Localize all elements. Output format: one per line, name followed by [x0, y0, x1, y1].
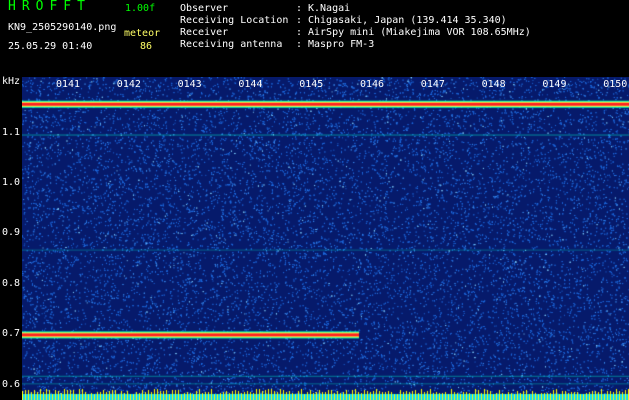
file-name: KN9_2505290140.png: [8, 22, 117, 33]
meteor-label: meteor: [124, 28, 161, 39]
y-tick-label: 0.8: [1, 277, 20, 289]
location-colon: :: [296, 15, 303, 26]
location-value: Chigasaki, Japan (139.414 35.340): [308, 15, 507, 26]
spectrogram-plot: [22, 77, 629, 400]
header-panel: HROFFT 1.00f KN9_2505290140.png meteor 2…: [0, 0, 629, 76]
time-mark-label: 0149: [542, 79, 567, 90]
antenna-colon: :: [296, 39, 303, 50]
y-tick-label: 0.6: [1, 378, 20, 390]
time-mark-label: 0150: [603, 79, 628, 90]
observer-value: K.Nagai: [308, 3, 351, 14]
observer-colon: :: [296, 3, 303, 14]
y-tick-label: 0.7: [1, 328, 20, 340]
meteor-count: 86: [140, 41, 153, 52]
y-tick-label: 0.9: [1, 227, 20, 239]
time-mark-label: 0145: [299, 79, 324, 90]
y-axis-unit: kHz: [2, 76, 21, 87]
time-mark-label: 0144: [238, 79, 263, 90]
receiver-label: Receiver: [180, 27, 229, 38]
receiver-value: AirSpy mini (Miakejima VOR 108.65MHz): [308, 27, 531, 38]
receiver-colon: :: [296, 27, 303, 38]
time-mark-label: 0142: [116, 79, 141, 90]
time-mark-label: 0143: [177, 79, 202, 90]
time-mark-label: 0147: [420, 79, 445, 90]
app-name: HROFFT: [8, 0, 91, 14]
antenna-value: Maspro FM-3: [308, 39, 375, 50]
spectrogram-canvas: [22, 77, 629, 400]
y-tick-label: 1.0: [1, 176, 20, 188]
capture-datetime: 25.05.29 01:40: [8, 41, 93, 52]
y-tick-label: 1.1: [1, 126, 20, 138]
location-label: Receiving Location: [180, 15, 289, 26]
observer-label: Observer: [180, 3, 229, 14]
antenna-label: Receiving antenna: [180, 39, 283, 50]
time-mark-label: 0141: [56, 79, 81, 90]
app-version: 1.00f: [125, 3, 156, 14]
time-mark-label: 0148: [481, 79, 506, 90]
time-mark-label: 0146: [360, 79, 385, 90]
